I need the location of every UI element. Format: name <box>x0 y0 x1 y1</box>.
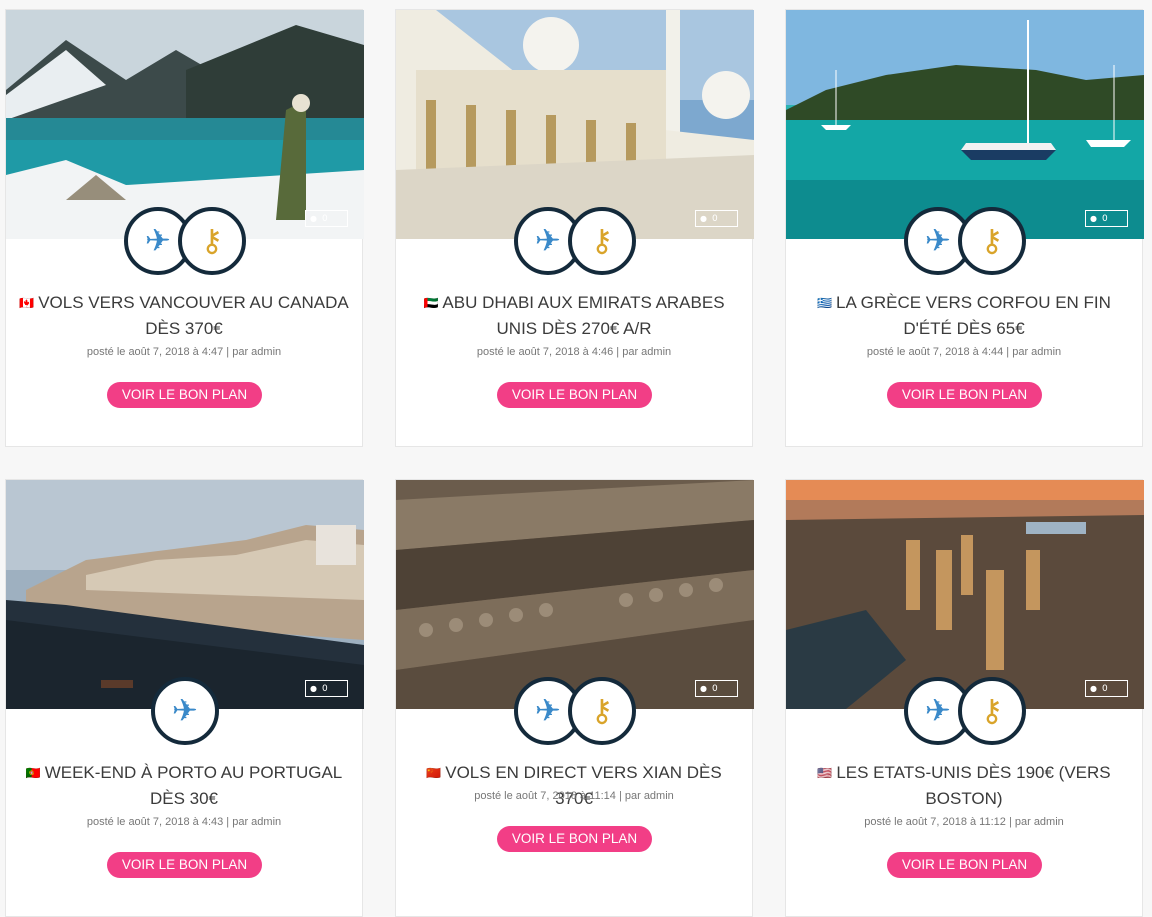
deal-type-icons: ✈ ⚷ <box>396 207 754 275</box>
deals-grid: ● 0 ✈ ⚷ 🇨🇦 VOLS VERS VANCOUVER AU CANADA D… <box>0 0 1152 917</box>
post-meta: posté le août 7, 2018 à 4:43 | par admin <box>86 816 282 828</box>
deal-title[interactable]: 🇺🇸 LES ETATS-UNIS DÈS 190€ (VERS BOSTON) <box>796 760 1132 812</box>
key-icon: ⚷ <box>568 677 636 745</box>
key-icon: ⚷ <box>958 207 1026 275</box>
airplane-icon: ✈ <box>151 677 219 745</box>
deal-image-boston[interactable] <box>786 480 1144 709</box>
deal-image-vancouver[interactable] <box>6 10 364 239</box>
key-icon: ⚷ <box>958 677 1026 745</box>
deal-title[interactable]: 🇦🇪 ABU DHABI AUX EMIRATS ARABES UNIS DÈS … <box>406 290 742 342</box>
deal-image-xian[interactable] <box>396 480 754 709</box>
key-icon: ⚷ <box>178 207 246 275</box>
post-meta: posté le août 7, 2018 à 4:44 | par admin <box>866 346 1062 358</box>
voir-le-bon-plan-button[interactable]: VOIR LE BON PLAN <box>887 852 1042 878</box>
voir-le-bon-plan-button[interactable]: VOIR LE BON PLAN <box>497 826 652 852</box>
deal-card: ● 0 ✈ 🇵🇹 WEEK-END À PORTO AU PORTUGAL DÈS … <box>5 479 364 917</box>
post-meta: posté le août 7, 2018 à 11:12 | par admi… <box>864 816 1064 828</box>
deal-card: ● 0 ✈ ⚷ 🇦🇪 ABU DHABI AUX EMIRATS ARABES UN… <box>395 9 754 447</box>
deal-image-abu-dhabi[interactable] <box>396 10 754 239</box>
deal-type-icons: ✈ ⚷ <box>786 207 1144 275</box>
voir-le-bon-plan-button[interactable]: VOIR LE BON PLAN <box>107 382 262 408</box>
deal-card: ● 0 ✈ ⚷ 🇨🇦 VOLS VERS VANCOUVER AU CANADA D… <box>5 9 364 447</box>
deal-image-porto[interactable] <box>6 480 364 709</box>
deal-title[interactable]: 🇨🇳 VOLS EN DIRECT VERS XIAN DÈS 370€ <box>406 760 742 812</box>
deal-type-icons: ✈ ⚷ <box>6 207 364 275</box>
key-icon: ⚷ <box>568 207 636 275</box>
post-meta: posté le août 7, 2018 à 11:14 | par admi… <box>474 790 674 802</box>
voir-le-bon-plan-button[interactable]: VOIR LE BON PLAN <box>497 382 652 408</box>
deal-type-icons: ✈ ⚷ <box>786 677 1144 745</box>
flag-icon: 🇬🇷 <box>817 296 833 310</box>
flag-icon: 🇨🇳 <box>426 766 442 780</box>
deal-title[interactable]: 🇨🇦 VOLS VERS VANCOUVER AU CANADA DÈS 370€ <box>16 290 352 342</box>
flag-icon: 🇨🇦 <box>19 296 35 310</box>
deal-title[interactable]: 🇵🇹 WEEK-END À PORTO AU PORTUGAL DÈS 30€ <box>16 760 352 812</box>
deal-card: ● 0 ✈ ⚷ 🇬🇷 LA GRÈCE VERS CORFOU EN FIN D'É… <box>785 9 1144 447</box>
deal-type-icons: ✈ <box>6 677 364 745</box>
deal-type-icons: ✈ ⚷ <box>396 677 754 745</box>
deal-card: ● 0 ✈ ⚷ 🇺🇸 LES ETATS-UNIS DÈS 190€ (VERS B… <box>785 479 1144 917</box>
voir-le-bon-plan-button[interactable]: VOIR LE BON PLAN <box>887 382 1042 408</box>
flag-icon: 🇺🇸 <box>817 766 833 780</box>
deal-card: ● 0 ✈ ⚷ 🇨🇳 VOLS EN DIRECT VERS XIAN DÈS 37… <box>395 479 754 917</box>
post-meta: posté le août 7, 2018 à 4:47 | par admin <box>86 346 282 358</box>
voir-le-bon-plan-button[interactable]: VOIR LE BON PLAN <box>107 852 262 878</box>
flag-icon: 🇵🇹 <box>25 766 41 780</box>
deal-image-corfou[interactable] <box>786 10 1144 239</box>
post-meta: posté le août 7, 2018 à 4:46 | par admin <box>476 346 672 358</box>
flag-icon: 🇦🇪 <box>423 296 439 310</box>
deal-title[interactable]: 🇬🇷 LA GRÈCE VERS CORFOU EN FIN D'ÉTÉ DÈS … <box>796 290 1132 342</box>
